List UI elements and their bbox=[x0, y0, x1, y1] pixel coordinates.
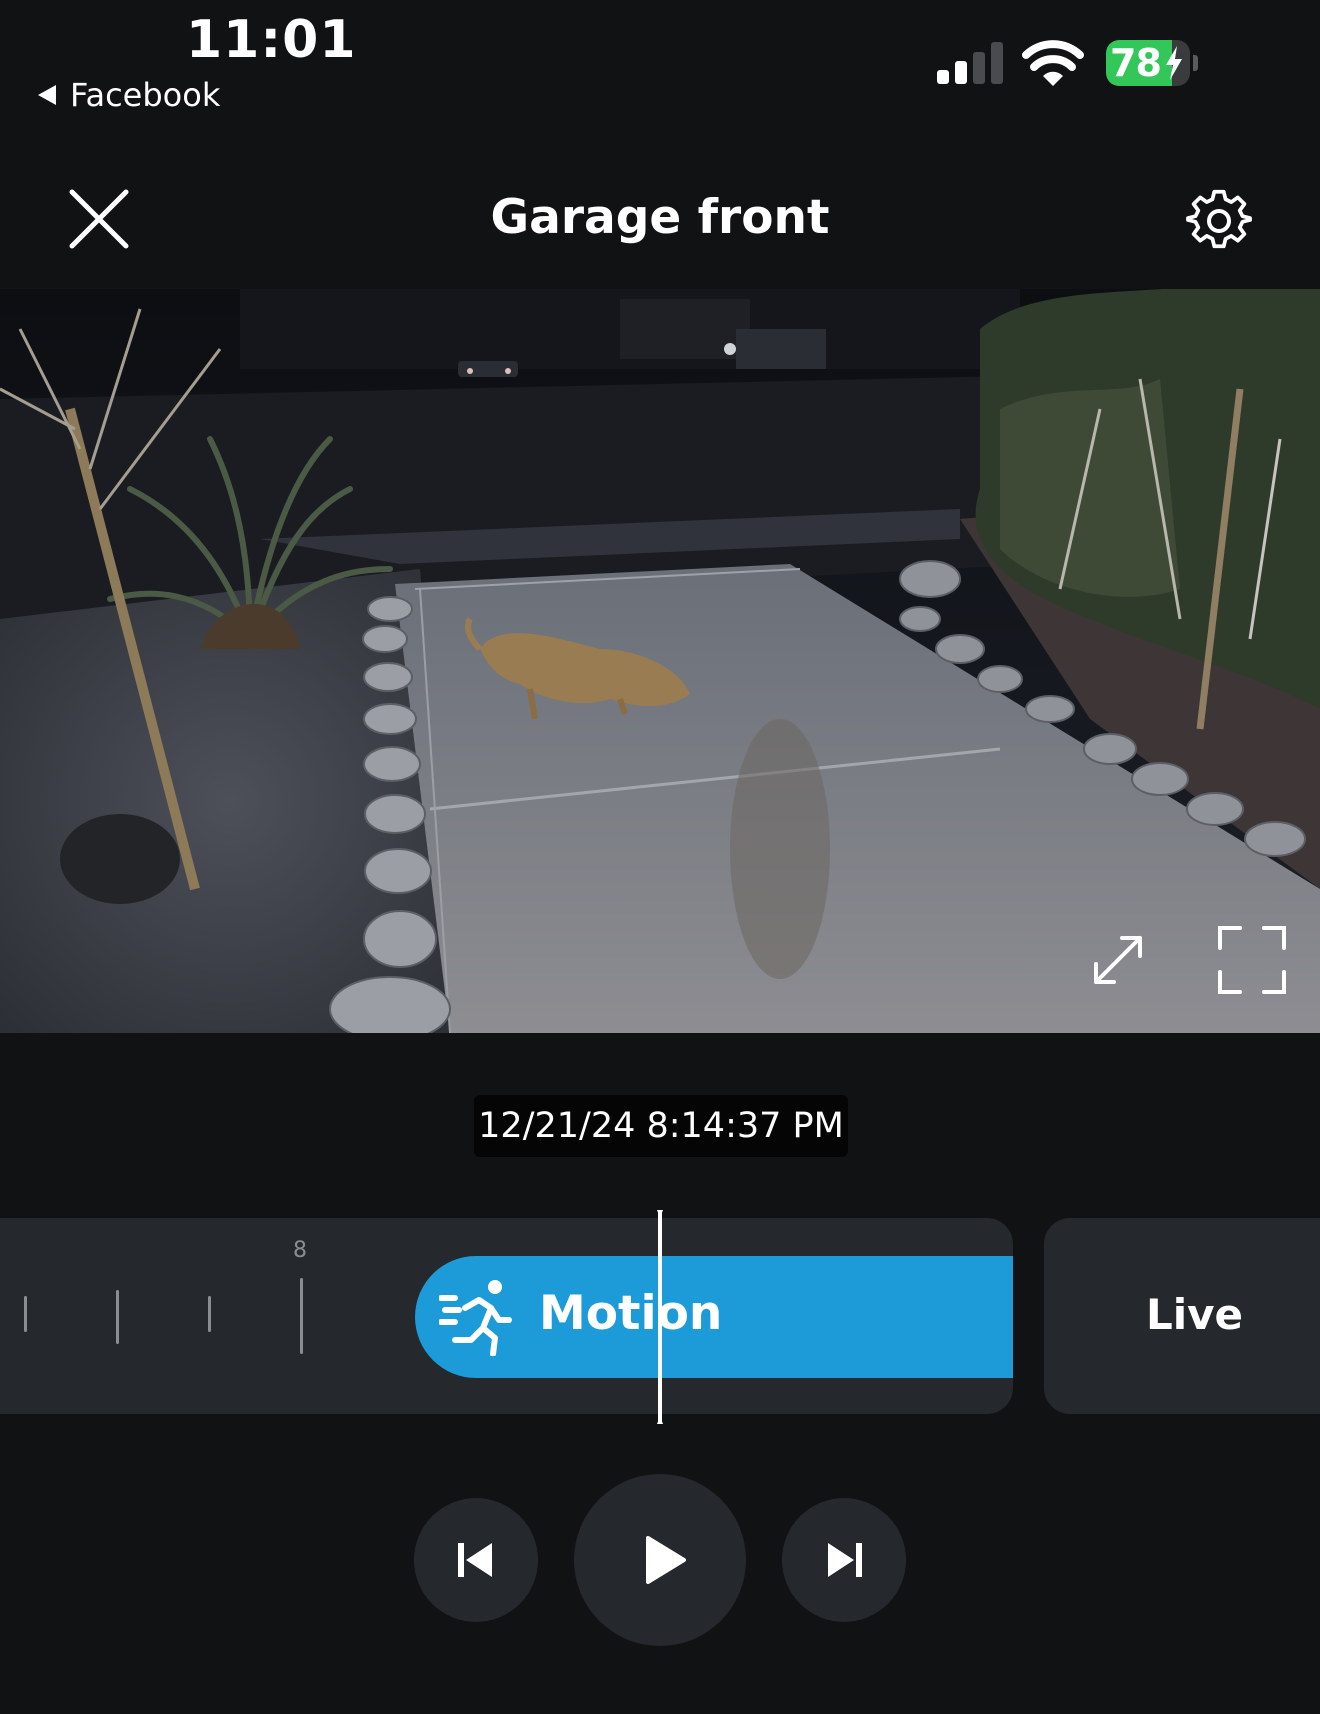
video-timestamp: 12/21/24 8:14:37 PM bbox=[474, 1095, 848, 1157]
play-button[interactable] bbox=[574, 1474, 746, 1646]
page-title: Garage front bbox=[490, 190, 830, 245]
charging-bolt-icon bbox=[1166, 46, 1182, 80]
live-button-label: Live bbox=[1146, 1290, 1244, 1339]
motion-event-segment[interactable]: Motion bbox=[415, 1256, 1013, 1378]
video-frame bbox=[0, 289, 1320, 1033]
expand-arrows-icon bbox=[1094, 936, 1142, 984]
timeline-tick bbox=[24, 1296, 27, 1332]
gear-icon bbox=[1186, 189, 1252, 249]
battery-nub bbox=[1193, 55, 1198, 71]
skip-previous-icon bbox=[458, 1543, 492, 1577]
timeline-tick bbox=[300, 1278, 303, 1354]
signal-bar-2 bbox=[955, 61, 967, 84]
signal-bar-4 bbox=[991, 42, 1003, 84]
signal-bar-3 bbox=[973, 52, 985, 84]
camera-event-screen: 11:01 Facebook 78 Garage front 12/21/24 … bbox=[0, 0, 1320, 1714]
live-button[interactable]: Live bbox=[1044, 1218, 1320, 1414]
event-timeline[interactable]: 8 Motion bbox=[0, 1218, 1013, 1414]
back-to-app-link[interactable]: Facebook bbox=[38, 76, 220, 114]
play-icon bbox=[646, 1536, 686, 1584]
battery-body: 78 bbox=[1106, 40, 1190, 86]
next-event-button[interactable] bbox=[782, 1498, 906, 1622]
tick-label: 8 bbox=[293, 1238, 307, 1263]
skip-next-icon bbox=[828, 1543, 862, 1577]
expand-view-button[interactable] bbox=[1088, 930, 1148, 990]
fullscreen-corners-icon bbox=[1218, 926, 1286, 994]
timeline-tick bbox=[208, 1296, 211, 1332]
camera-video-feed[interactable] bbox=[0, 289, 1320, 1033]
signal-icon bbox=[937, 42, 1003, 84]
battery-level: 78 bbox=[1110, 41, 1162, 85]
previous-event-button[interactable] bbox=[414, 1498, 538, 1622]
fullscreen-button[interactable] bbox=[1218, 926, 1286, 994]
timeline-playhead[interactable] bbox=[657, 1210, 663, 1424]
back-arrow-icon bbox=[38, 85, 56, 105]
running-person-icon bbox=[439, 1280, 512, 1356]
motion-event-label: Motion bbox=[539, 1286, 723, 1341]
settings-button[interactable] bbox=[1186, 188, 1252, 254]
signal-bar-1 bbox=[937, 70, 949, 84]
back-app-label: Facebook bbox=[70, 76, 221, 114]
battery-icon: 78 bbox=[1106, 40, 1198, 86]
timeline-tick bbox=[116, 1290, 119, 1344]
wifi-icon bbox=[1022, 40, 1084, 86]
status-time: 11:01 bbox=[186, 10, 357, 70]
